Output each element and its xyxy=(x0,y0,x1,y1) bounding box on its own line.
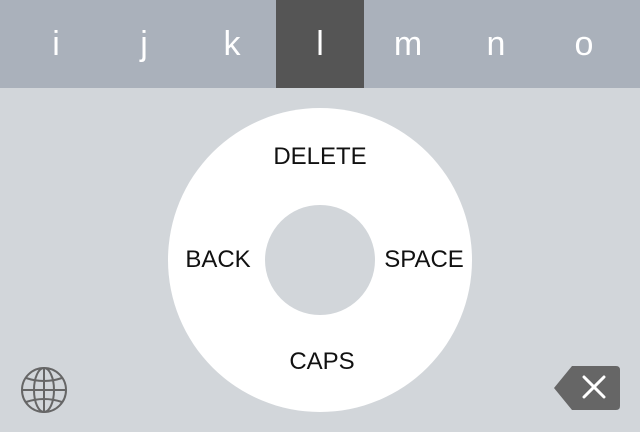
globe-icon[interactable] xyxy=(18,364,70,416)
letter-strip: i j k l m n o xyxy=(0,0,640,88)
letter-key-i[interactable]: i xyxy=(12,0,100,88)
letter-key-l-selected[interactable]: l xyxy=(276,0,364,88)
delete-action[interactable]: DELETE xyxy=(273,143,366,171)
letter-key-o[interactable]: o xyxy=(540,0,628,88)
letter-key-j[interactable]: j xyxy=(100,0,188,88)
back-action[interactable]: BACK xyxy=(185,246,250,274)
wheel-center[interactable] xyxy=(265,205,375,315)
letter-key-k[interactable]: k xyxy=(188,0,276,88)
action-wheel[interactable]: DELETE BACK SPACE CAPS xyxy=(168,108,472,412)
letter-key-n[interactable]: n xyxy=(452,0,540,88)
backspace-icon[interactable] xyxy=(552,363,622,413)
keyboard: i j k l m n o DELETE BACK SPACE CAPS xyxy=(0,0,640,432)
space-action[interactable]: SPACE xyxy=(384,246,464,274)
letter-key-m[interactable]: m xyxy=(364,0,452,88)
caps-action[interactable]: CAPS xyxy=(289,348,354,376)
